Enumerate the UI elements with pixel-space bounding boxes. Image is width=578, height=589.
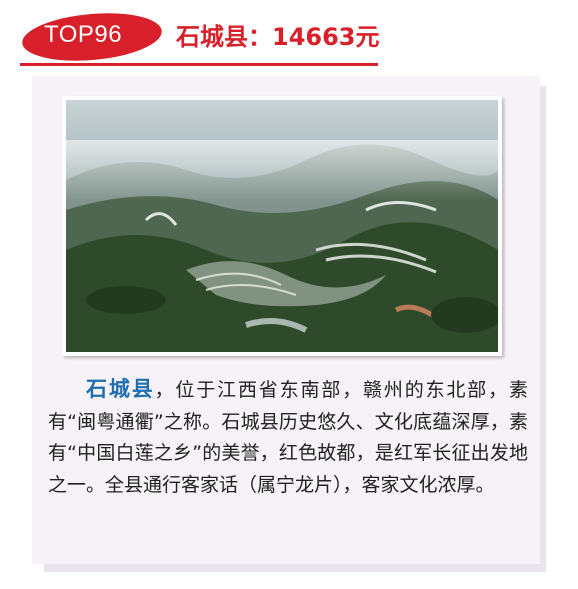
page-title: 石城县：14663元: [176, 23, 380, 51]
landscape-photo: [62, 96, 502, 356]
header: TOP96 石城县：14663元: [0, 0, 578, 72]
landscape-photo-icon: [66, 100, 498, 352]
rank-label: TOP96: [44, 21, 123, 48]
title-underline: [20, 63, 378, 66]
description-paragraph: 石城县，位于江西省东南部，赣州的东北部，素有“闽粤通衢”之称。石城县历史悠久、文…: [48, 374, 528, 501]
place-name: 石城县: [86, 377, 155, 401]
